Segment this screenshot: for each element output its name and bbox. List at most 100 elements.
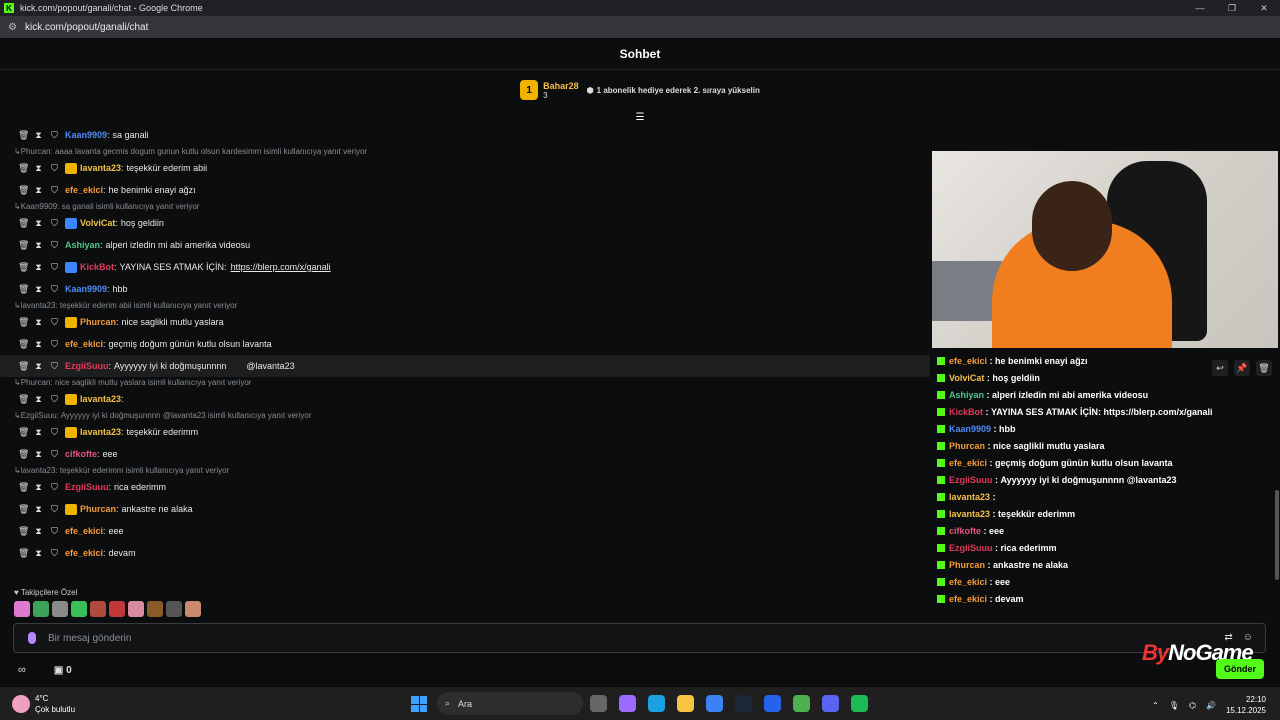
edge-icon[interactable] bbox=[648, 695, 665, 712]
timeout-icon[interactable]: ⧗ bbox=[34, 284, 43, 295]
delete-icon[interactable]: 🗑 bbox=[18, 240, 29, 251]
ban-icon[interactable]: ⛉ bbox=[50, 240, 59, 251]
delete-icon[interactable]: 🗑 bbox=[18, 284, 29, 295]
delete-icon[interactable]: 🗑 bbox=[18, 548, 29, 559]
delete-icon[interactable]: 🗑 bbox=[18, 361, 29, 372]
chat-username[interactable]: VolviCat bbox=[80, 218, 115, 228]
copilot-icon[interactable] bbox=[619, 695, 636, 712]
emote[interactable] bbox=[52, 601, 68, 617]
timeout-icon[interactable]: ⧗ bbox=[34, 130, 43, 141]
gift-prompt[interactable]: ⬢ 1 abonelik hediye ederek 2. sıraya yük… bbox=[587, 86, 760, 95]
delete-icon[interactable]: 🗑 bbox=[18, 130, 29, 141]
reply-context[interactable]: ↳ lavanta23: teşekkür ederimm isimli kul… bbox=[0, 465, 930, 476]
emote[interactable] bbox=[185, 601, 201, 617]
task-view-icon[interactable] bbox=[590, 695, 607, 712]
timeout-icon[interactable]: ⧗ bbox=[34, 317, 43, 328]
ban-icon[interactable]: ⛉ bbox=[50, 504, 59, 515]
ban-icon[interactable]: ⛉ bbox=[50, 482, 59, 493]
emote[interactable] bbox=[109, 601, 125, 617]
gift-counter[interactable]: ▣ 0 bbox=[54, 665, 72, 676]
network-icon[interactable]: ⌬ bbox=[1189, 701, 1196, 710]
chat-username[interactable]: efe_ekici bbox=[65, 185, 103, 195]
chat-username[interactable]: Phurcan bbox=[80, 317, 116, 327]
chat-message[interactable]: 🗑 ⧗ ⛉ Ashiyan: alperi izledin mi abi amerika… bbox=[0, 234, 930, 256]
timeout-icon[interactable]: ⧗ bbox=[34, 504, 43, 515]
emote[interactable] bbox=[166, 601, 182, 617]
ban-icon[interactable]: ⛉ bbox=[50, 218, 59, 229]
timeout-icon[interactable]: ⧗ bbox=[34, 482, 43, 493]
timeout-icon[interactable]: ⧗ bbox=[34, 262, 43, 273]
chat-message[interactable]: 🗑 ⧗ ⛉ cifkofte: eee bbox=[0, 443, 930, 465]
delete-icon[interactable]: 🗑 bbox=[18, 449, 29, 460]
volume-icon[interactable]: 🔊 bbox=[1206, 701, 1216, 710]
ban-icon[interactable]: ⛉ bbox=[50, 394, 59, 405]
chat-message[interactable]: 🗑 ⧗ ⛉ efe_ekici: devam bbox=[0, 542, 930, 564]
delete-icon[interactable]: 🗑 bbox=[18, 185, 29, 196]
delete-icon[interactable]: 🗑 bbox=[1256, 360, 1272, 376]
emote[interactable] bbox=[147, 601, 163, 617]
timeout-icon[interactable]: ⧗ bbox=[34, 163, 43, 174]
chat-message[interactable]: 🗑 ⧗ ⛉ KickBot: YAYINA SES ATMAK İÇİN: https:/… bbox=[0, 256, 930, 278]
reply-context[interactable]: ↳ lavanta23: teşekkür ederim abii isimli… bbox=[0, 300, 930, 311]
timeout-icon[interactable]: ⧗ bbox=[34, 240, 43, 251]
delete-icon[interactable]: 🗑 bbox=[18, 339, 29, 350]
chat-message[interactable]: 🗑 ⧗ ⛉ lavanta23: bbox=[0, 388, 930, 410]
chat-username[interactable]: EzgiiSuuu bbox=[65, 361, 109, 371]
discord-icon[interactable] bbox=[822, 695, 839, 712]
taskbar-search[interactable]: ⌕ Ara bbox=[437, 692, 583, 715]
chat-username[interactable]: Kaan9909 bbox=[65, 284, 107, 294]
chevron-up-icon[interactable]: ⌃ bbox=[1152, 701, 1159, 710]
reply-icon[interactable]: ↩ bbox=[1212, 360, 1228, 376]
chat-username[interactable]: efe_ekici bbox=[65, 339, 103, 349]
scrollbar[interactable] bbox=[1275, 490, 1279, 580]
store-icon[interactable] bbox=[706, 695, 723, 712]
chat-username[interactable]: Phurcan bbox=[80, 504, 116, 514]
emote[interactable] bbox=[33, 601, 49, 617]
chat-username[interactable]: cifkofte bbox=[65, 449, 97, 459]
microphone-icon[interactable] bbox=[28, 632, 36, 644]
gift-leaderboard[interactable]: 1 Bahar28 3 ⬢ 1 abonelik hediye ederek 2… bbox=[0, 70, 1280, 110]
ban-icon[interactable]: ⛉ bbox=[50, 163, 59, 174]
delete-icon[interactable]: 🗑 bbox=[18, 482, 29, 493]
reply-context[interactable]: ↳ Phurcan: aaaa lavanta gecmis dogum gun… bbox=[0, 146, 930, 157]
mail-icon[interactable] bbox=[764, 695, 781, 712]
message-input[interactable]: Bir mesaj gönderin ⇄ ☺ bbox=[13, 623, 1266, 653]
delete-icon[interactable]: 🗑 bbox=[18, 262, 29, 273]
chat-username[interactable]: lavanta23 bbox=[80, 394, 121, 404]
clock[interactable]: 22:10 15.12.2025 bbox=[1226, 694, 1266, 716]
chat-message[interactable]: 🗑 ⧗ ⛉ Kaan9909: hbb bbox=[0, 278, 930, 300]
emote[interactable] bbox=[128, 601, 144, 617]
chat-message[interactable]: 🗑 ⧗ ⛉ EzgiiSuuu: rica ederimm bbox=[0, 476, 930, 498]
chat-username[interactable]: lavanta23 bbox=[80, 427, 121, 437]
ban-icon[interactable]: ⛉ bbox=[50, 427, 59, 438]
ban-icon[interactable]: ⛉ bbox=[50, 284, 59, 295]
steam-icon[interactable] bbox=[735, 695, 752, 712]
ban-icon[interactable]: ⛉ bbox=[50, 526, 59, 537]
ban-icon[interactable]: ⛉ bbox=[50, 317, 59, 328]
spotify-icon[interactable] bbox=[851, 695, 868, 712]
timeout-icon[interactable]: ⧗ bbox=[34, 394, 43, 405]
ban-icon[interactable]: ⛉ bbox=[50, 339, 59, 350]
delete-icon[interactable]: 🗑 bbox=[18, 163, 29, 174]
timeout-icon[interactable]: ⧗ bbox=[34, 526, 43, 537]
chat-messages[interactable]: 🗑 ⧗ ⛉ Kaan9909: sa ganali ↳ Phurcan: aaaa lav… bbox=[0, 124, 930, 586]
weather-widget[interactable]: 4°C Çok bulutlu bbox=[12, 693, 75, 715]
minimize-icon[interactable]: — bbox=[1184, 0, 1216, 16]
chat-username[interactable]: Kaan9909 bbox=[65, 130, 107, 140]
chat-username[interactable]: efe_ekici bbox=[65, 548, 103, 558]
chat-message[interactable]: 🗑 ⧗ ⛉ EzgiiSuuu: Ayyyyyy iyi ki doğmuşunnnn @… bbox=[0, 355, 930, 377]
chat-username[interactable]: Ashiyan bbox=[65, 240, 100, 250]
address-bar[interactable]: ⚙ kick.com/popout/ganali/chat bbox=[0, 16, 1280, 38]
chat-mention[interactable]: @lavanta23 bbox=[246, 361, 294, 371]
timeout-icon[interactable]: ⧗ bbox=[34, 449, 43, 460]
chat-message[interactable]: 🗑 ⧗ ⛉ Phurcan: ankastre ne alaka bbox=[0, 498, 930, 520]
timeout-icon[interactable]: ⧗ bbox=[34, 548, 43, 559]
chat-link[interactable]: https://blerp.com/x/ganali bbox=[231, 262, 331, 272]
site-info-icon[interactable]: ⚙ bbox=[8, 22, 17, 33]
delete-icon[interactable]: 🗑 bbox=[18, 504, 29, 515]
close-icon[interactable]: ✕ bbox=[1248, 0, 1280, 16]
chat-message[interactable]: 🗑 ⧗ ⛉ VolviCat: hoş geldiin bbox=[0, 212, 930, 234]
reply-context[interactable]: ↳ Kaan9909: sa ganali isimli kullanıcıya… bbox=[0, 201, 930, 212]
ban-icon[interactable]: ⛉ bbox=[50, 548, 59, 559]
file-explorer-icon[interactable] bbox=[677, 695, 694, 712]
